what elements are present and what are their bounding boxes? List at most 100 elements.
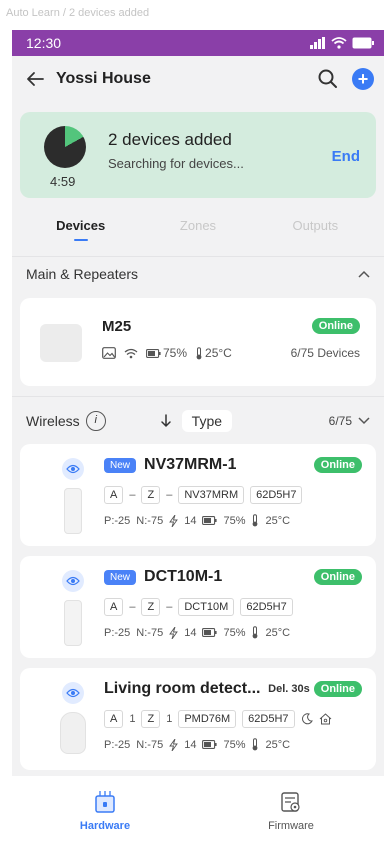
screen-caption: Auto Learn / 2 devices added: [0, 0, 390, 30]
eye-icon[interactable]: [62, 682, 84, 704]
device-tags-row: A 1 Z 1 PMD76M 62D5H7: [104, 710, 332, 728]
countdown-timer-icon: [44, 126, 86, 168]
device-title-row: New DCT10M-1 Online: [104, 568, 362, 586]
device-name: NV37MRM-1: [144, 456, 237, 473]
device-tags-row: A – Z – DCT10M 62D5H7: [104, 598, 293, 616]
serial-chip: 62D5H7: [250, 486, 303, 504]
wireless-count: 6/75: [328, 413, 352, 428]
search-icon[interactable]: [318, 69, 338, 89]
serial-chip: 62D5H7: [240, 598, 293, 616]
battery-icon: [202, 740, 218, 749]
device-stats-row: P:-25 N:-75 14 75% 25°C: [104, 738, 290, 751]
device-title-row: Living room detect... Del. 30s Online: [104, 680, 362, 698]
temperature-value: 25°C: [265, 738, 291, 751]
serial-chip: 62D5H7: [242, 710, 295, 728]
battery-icon: [202, 516, 218, 525]
eye-icon[interactable]: [62, 458, 84, 480]
device-card[interactable]: New NV37MRM-1 Online A – Z – NV37MRM 62D…: [20, 444, 376, 546]
info-icon[interactable]: i: [85, 410, 106, 431]
area-value: –: [129, 489, 136, 501]
back-arrow-icon[interactable]: [26, 71, 50, 87]
thermometer-icon: [251, 626, 259, 639]
thermometer-icon: [196, 346, 202, 359]
bolt-icon: [169, 738, 179, 751]
device-card[interactable]: Living room detect... Del. 30s Online A …: [20, 668, 376, 770]
area-chip: A: [104, 598, 124, 616]
n-value: N:-75: [136, 514, 164, 527]
sort-arrow-icon[interactable]: [160, 413, 172, 428]
temperature-value: 25°C: [265, 514, 291, 527]
tab-outputs[interactable]: Outputs: [257, 218, 374, 241]
nav-firmware[interactable]: Firmware: [198, 776, 384, 846]
bolt-icon: [169, 626, 179, 639]
new-badge: New: [104, 569, 137, 585]
device-name: Living room detect...: [104, 680, 261, 697]
device-image: [60, 712, 86, 754]
hub-image: [40, 324, 82, 362]
bottom-nav: Hardware Firmware: [12, 776, 384, 846]
chevron-up-icon[interactable]: [358, 270, 370, 278]
device-stats-row: P:-25 N:-75 14 75% 25°C: [104, 626, 290, 639]
hub-card[interactable]: M25 75% 25°C Online 6/75 Devices: [20, 298, 376, 386]
banner-title: 2 devices added: [108, 130, 232, 149]
image-icon: [102, 347, 116, 359]
section-title: Wireless: [26, 412, 80, 429]
battery-icon: [202, 628, 218, 637]
hub-stats: 75% 25°C: [102, 346, 232, 360]
phone-screen: 12:30 Yossi House + 4:59 2 devices added…: [12, 30, 384, 846]
sort-type-button[interactable]: Type: [181, 409, 233, 432]
model-chip: PMD76M: [178, 710, 237, 728]
device-card[interactable]: New DCT10M-1 Online A – Z – DCT10M 62D5H…: [20, 556, 376, 658]
battery-icon: [146, 348, 161, 358]
area-value: 1: [129, 713, 136, 725]
status-badge: Online: [313, 457, 362, 473]
temperature-value: 25°C: [205, 346, 232, 360]
device-name: DCT10M-1: [144, 568, 223, 585]
bolt-icon: [169, 514, 179, 527]
nav-label: Firmware: [268, 820, 314, 832]
tab-devices[interactable]: Devices: [22, 218, 139, 241]
auto-learn-banner: 4:59 2 devices added Searching for devic…: [20, 112, 376, 198]
tab-zones[interactable]: Zones: [139, 218, 256, 241]
add-icon[interactable]: +: [352, 68, 374, 90]
zone-chip: Z: [141, 710, 161, 728]
delay-label: Del. 30s: [268, 683, 310, 695]
status-icons: [310, 37, 374, 49]
end-button[interactable]: End: [332, 148, 360, 165]
battery-value: 75%: [163, 346, 188, 360]
area-value: –: [129, 601, 136, 613]
area-chip: A: [104, 486, 124, 504]
device-image: [64, 488, 82, 534]
nav-hardware[interactable]: Hardware: [12, 776, 198, 846]
wifi-icon: [331, 37, 347, 49]
hub-battery: 75%: [146, 346, 187, 360]
hub-device-count: 6/75 Devices: [290, 346, 360, 360]
zone-value: 1: [166, 713, 173, 725]
hardware-icon: [94, 790, 116, 814]
wifi-icon: [124, 348, 138, 359]
chevron-down-icon[interactable]: [358, 416, 370, 425]
tab-label: Zones: [179, 217, 217, 233]
hub-temp: 25°C: [195, 346, 232, 360]
battery-icon: [352, 37, 374, 49]
zone-chip: Z: [141, 598, 161, 616]
tab-bar: Devices Zones Outputs: [12, 202, 384, 256]
main-repeaters-header[interactable]: Main & Repeaters: [12, 256, 384, 290]
page-title: Yossi House: [56, 70, 151, 87]
moon-icon: [301, 713, 313, 725]
battery-value: 75%: [223, 738, 246, 751]
battery-value: 75%: [223, 514, 246, 527]
status-time: 12:30: [26, 35, 62, 51]
tab-label: Outputs: [292, 217, 339, 233]
eye-icon[interactable]: [62, 570, 84, 592]
status-bar: 12:30: [12, 30, 384, 56]
new-badge: New: [104, 457, 137, 473]
home-icon: [319, 713, 332, 725]
model-chip: NV37MRM: [178, 486, 245, 504]
n-value: N:-75: [136, 626, 164, 639]
p-value: P:-25: [104, 626, 131, 639]
n-value: N:-75: [136, 738, 164, 751]
hub-name: M25: [102, 318, 132, 335]
zone-value: –: [166, 489, 173, 501]
nav-label: Hardware: [79, 820, 131, 832]
